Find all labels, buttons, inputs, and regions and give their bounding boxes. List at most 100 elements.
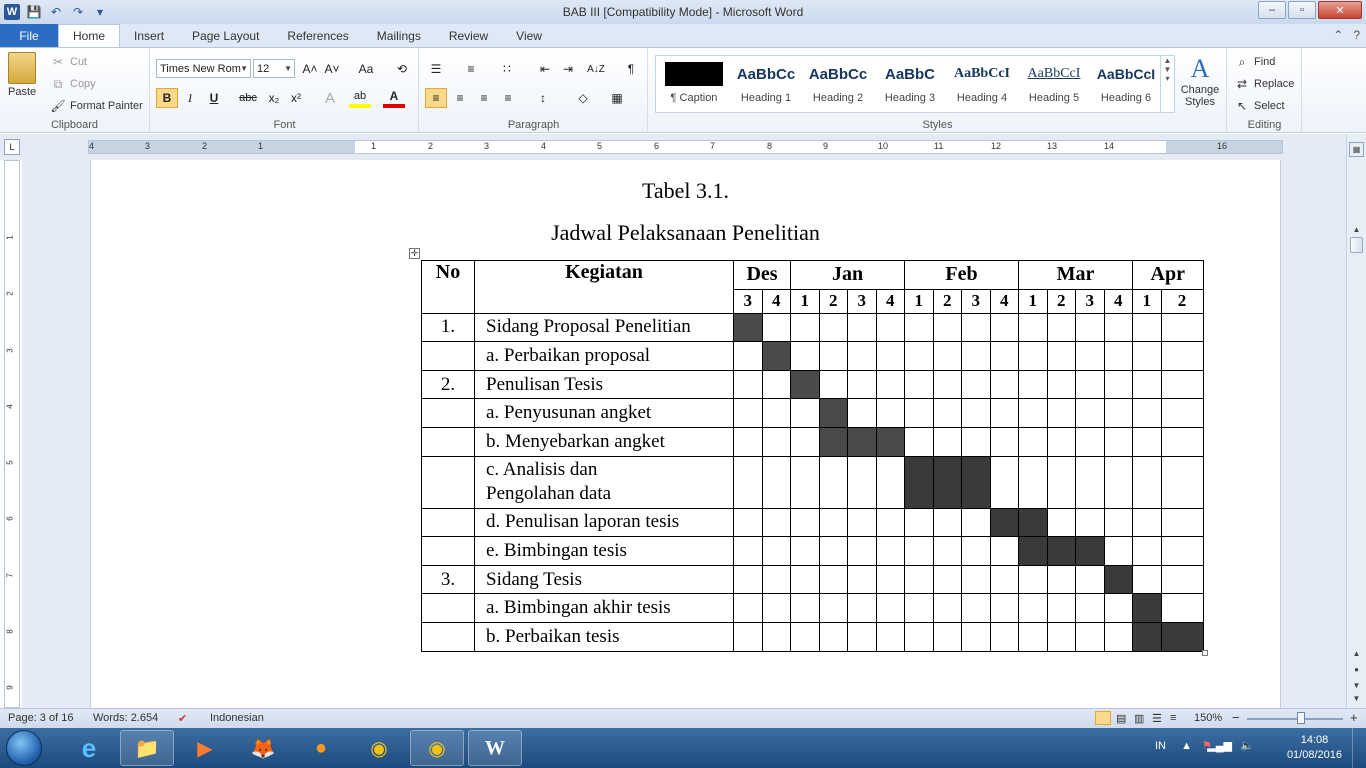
row-number[interactable] <box>421 507 475 538</box>
style-heading-4[interactable]: AaBbCcI Heading 4 <box>946 56 1018 112</box>
gantt-cell[interactable] <box>818 593 848 623</box>
gantt-cell[interactable] <box>1046 564 1076 595</box>
gantt-cell-filled[interactable] <box>904 455 934 509</box>
gantt-cell[interactable] <box>733 507 763 538</box>
gantt-cell[interactable] <box>733 426 763 457</box>
style-caption[interactable]: ¶ Caption <box>658 56 730 112</box>
gantt-cell[interactable] <box>875 455 905 509</box>
gantt-cell[interactable] <box>1046 593 1076 623</box>
gantt-cell-filled[interactable] <box>1160 621 1204 652</box>
tab-selector[interactable]: L <box>4 139 20 155</box>
draft-icon[interactable]: ≡ <box>1170 712 1176 724</box>
app-orange-icon[interactable]: ● <box>294 730 348 766</box>
gantt-cell[interactable] <box>847 341 877 371</box>
style-heading-1[interactable]: AaBbCc Heading 1 <box>730 56 802 112</box>
gantt-cell[interactable] <box>932 564 962 595</box>
gantt-cell-filled[interactable] <box>847 426 877 457</box>
document-page[interactable]: Tabel 3.1. Jadwal Pelaksanaan Penelitian… <box>90 160 1281 708</box>
gantt-cell[interactable] <box>1132 369 1162 400</box>
signal-icon[interactable]: ▂▄▆ <box>1207 739 1232 752</box>
row-activity[interactable]: a. Perbaikan proposal <box>474 341 734 371</box>
row-activity[interactable]: c. Analisis dan Pengolahan data <box>474 455 734 509</box>
schedule-table[interactable]: No Kegiatan Des Jan Feb Mar Apr 34123412… <box>421 260 1204 652</box>
zoom-slider-thumb[interactable] <box>1297 712 1305 724</box>
italic-button[interactable]: I <box>179 88 201 108</box>
gantt-cell[interactable] <box>1160 398 1204 428</box>
browse-object-icon[interactable]: ● <box>1349 662 1364 677</box>
file-explorer-icon[interactable]: 📁 <box>120 730 174 766</box>
gantt-cell[interactable] <box>989 621 1019 652</box>
row-number[interactable]: 3. <box>421 564 475 595</box>
gantt-cell[interactable] <box>932 507 962 538</box>
gantt-cell[interactable] <box>761 507 791 538</box>
gantt-cell[interactable] <box>733 536 763 566</box>
gantt-cell[interactable] <box>1132 312 1162 343</box>
gantt-cell[interactable] <box>1132 455 1162 509</box>
gantt-cell[interactable] <box>1160 455 1204 509</box>
gantt-cell[interactable] <box>761 593 791 623</box>
row-activity[interactable]: Penulisan Tesis <box>474 369 734 400</box>
gantt-cell[interactable] <box>875 398 905 428</box>
gantt-cell[interactable] <box>875 536 905 566</box>
gantt-cell[interactable] <box>961 312 991 343</box>
save-icon[interactable]: 💾 <box>26 4 42 20</box>
gantt-cell[interactable] <box>1046 341 1076 371</box>
gantt-cell[interactable] <box>761 564 791 595</box>
gantt-cell[interactable] <box>818 312 848 343</box>
bold-button[interactable]: B <box>156 88 178 108</box>
tab-review[interactable]: Review <box>435 24 502 47</box>
gantt-cell-filled[interactable] <box>875 426 905 457</box>
gantt-cell[interactable] <box>847 398 877 428</box>
gantt-cell[interactable] <box>847 507 877 538</box>
gantt-cell[interactable] <box>818 341 848 371</box>
sort-button[interactable]: A↓Z <box>585 59 607 79</box>
web-layout-icon[interactable]: ▥ <box>1134 712 1144 725</box>
align-right-button[interactable]: ≡ <box>473 88 495 108</box>
gantt-cell[interactable] <box>875 369 905 400</box>
gantt-cell-filled[interactable] <box>761 341 791 371</box>
shrink-font-button[interactable]: A˅ <box>321 59 343 79</box>
gantt-cell[interactable] <box>961 426 991 457</box>
tab-insert[interactable]: Insert <box>120 24 178 47</box>
gantt-cell[interactable] <box>1160 593 1204 623</box>
help-icon[interactable]: ? <box>1353 28 1360 42</box>
gantt-cell[interactable] <box>932 593 962 623</box>
cut-button[interactable]: ✂ Cut <box>50 54 87 70</box>
start-button[interactable] <box>6 730 42 766</box>
gantt-cell[interactable] <box>847 593 877 623</box>
gantt-cell[interactable] <box>790 593 820 623</box>
gantt-cell[interactable] <box>790 426 820 457</box>
gantt-cell[interactable] <box>875 593 905 623</box>
gantt-cell[interactable] <box>961 507 991 538</box>
find-button[interactable]: ⌕ Find <box>1234 54 1276 70</box>
format-painter-button[interactable]: 🖌 Format Painter <box>50 98 142 114</box>
vertical-ruler[interactable]: 1 2 3 4 5 6 7 8 9 <box>4 160 20 708</box>
gantt-cell[interactable] <box>1160 312 1204 343</box>
gantt-cell[interactable] <box>761 455 791 509</box>
row-number[interactable] <box>421 341 475 371</box>
gantt-cell[interactable] <box>1103 455 1133 509</box>
tab-home[interactable]: Home <box>58 24 121 47</box>
gantt-cell[interactable] <box>818 455 848 509</box>
customize-qat-icon[interactable]: ▾ <box>92 4 108 20</box>
language-indicator[interactable]: IN <box>1155 740 1166 752</box>
row-number[interactable] <box>421 398 475 428</box>
underline-button[interactable]: U <box>203 88 225 108</box>
gantt-cell[interactable] <box>847 621 877 652</box>
row-number[interactable] <box>421 426 475 457</box>
gantt-cell[interactable] <box>904 536 934 566</box>
gantt-cell[interactable] <box>1132 426 1162 457</box>
text-effects-button[interactable]: A <box>319 88 341 108</box>
gantt-cell-filled[interactable] <box>818 426 848 457</box>
gantt-cell[interactable] <box>790 312 820 343</box>
vertical-scrollbar[interactable]: ▦ ▲ ▲ ● ▼ ▼ <box>1346 134 1366 708</box>
gantt-cell[interactable] <box>932 341 962 371</box>
row-number[interactable] <box>421 536 475 566</box>
scroll-up-icon[interactable]: ▲ <box>1349 222 1364 237</box>
gantt-cell[interactable] <box>1046 398 1076 428</box>
gantt-cell[interactable] <box>875 341 905 371</box>
gantt-cell[interactable] <box>1103 398 1133 428</box>
gantt-cell-filled[interactable] <box>1075 536 1105 566</box>
gantt-cell[interactable] <box>847 536 877 566</box>
gantt-cell[interactable] <box>1018 593 1048 623</box>
